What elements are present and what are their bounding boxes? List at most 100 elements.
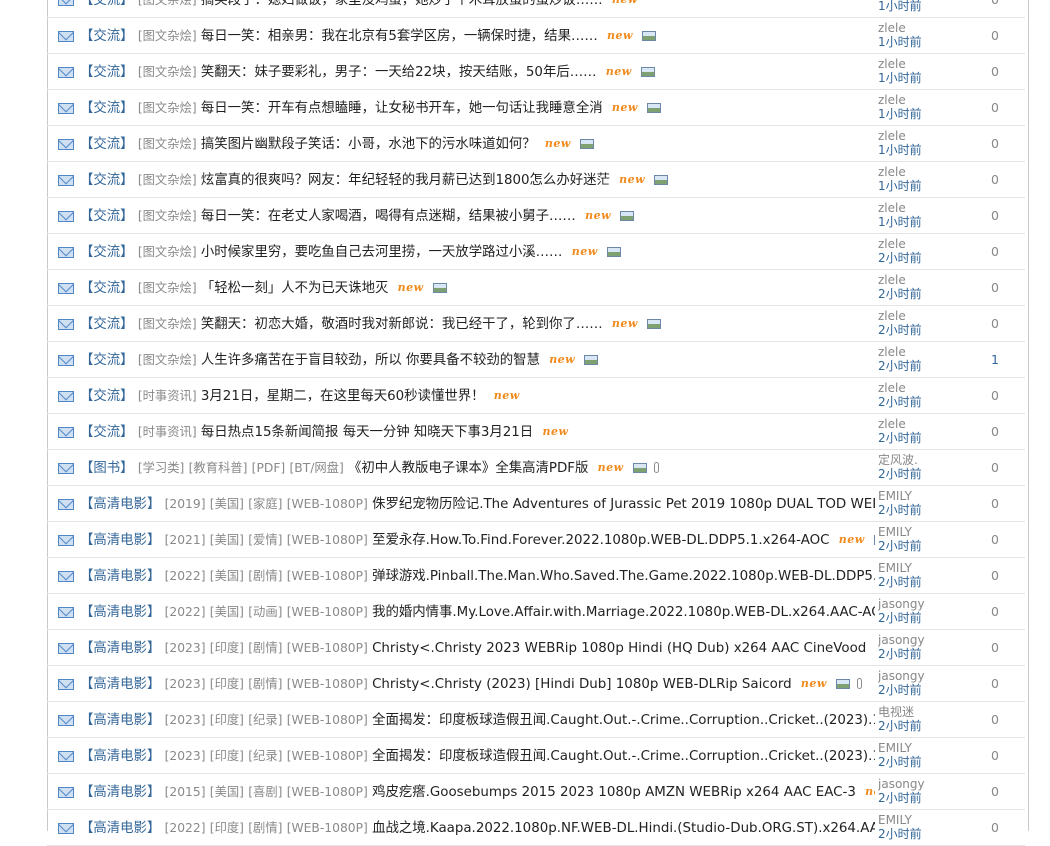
- thread-title-link[interactable]: 人生许多痛苦在于盲目较劲，所以 你要具备不较劲的智慧: [201, 353, 540, 368]
- thread-category-link[interactable]: 【交流】: [80, 317, 134, 332]
- thread-category-link[interactable]: 【高清电影】: [80, 821, 160, 836]
- thread-category-link[interactable]: 【交流】: [80, 353, 134, 368]
- thread-tag-link[interactable]: [图文杂烩]: [138, 245, 197, 259]
- last-post-time-link[interactable]: 2小时前: [878, 251, 938, 265]
- thread-title-link[interactable]: 至爱永存.How.To.Find.Forever.2022.1080p.WEB-…: [372, 533, 829, 548]
- author-name-link[interactable]: zlele: [878, 93, 938, 107]
- thread-category-link[interactable]: 【高清电影】: [80, 641, 160, 656]
- thread-category-link[interactable]: 【交流】: [80, 425, 134, 440]
- thread-title-link[interactable]: 每日一笑：开车有点想瞌睡，让女秘书开车，她一句话让我睡意全消: [201, 101, 603, 116]
- thread-tag-link[interactable]: [2022]: [165, 569, 206, 583]
- thread-tag-link[interactable]: [时事资讯]: [138, 425, 197, 439]
- last-post-time-link[interactable]: 1小时前: [878, 107, 938, 121]
- thread-tag-link[interactable]: [2023]: [165, 641, 206, 655]
- envelope-icon[interactable]: [58, 139, 74, 150]
- envelope-icon[interactable]: [58, 283, 74, 294]
- thread-tag-link[interactable]: [WEB-1080P]: [287, 785, 368, 799]
- last-post-time-link[interactable]: 2小时前: [878, 827, 938, 841]
- envelope-icon[interactable]: [58, 823, 74, 834]
- last-post-time-link[interactable]: 1小时前: [878, 215, 938, 229]
- author-name-link[interactable]: EMILY: [878, 525, 938, 539]
- thread-tag-link[interactable]: [WEB-1080P]: [287, 713, 368, 727]
- thread-category-link[interactable]: 【高清电影】: [80, 785, 160, 800]
- last-post-time-link[interactable]: 2小时前: [878, 611, 938, 625]
- last-post-time-link[interactable]: 1小时前: [878, 35, 938, 49]
- last-post-time-link[interactable]: 2小时前: [878, 431, 938, 445]
- thread-tag-link[interactable]: [印度]: [210, 749, 244, 763]
- thread-tag-link[interactable]: [美国]: [210, 497, 244, 511]
- thread-tag-link[interactable]: [教育科普]: [189, 461, 248, 475]
- envelope-icon[interactable]: [58, 355, 74, 366]
- author-name-link[interactable]: zlele: [878, 201, 938, 215]
- last-post-time-link[interactable]: 2小时前: [878, 503, 938, 517]
- thread-category-link[interactable]: 【高清电影】: [80, 749, 160, 764]
- thread-title-link[interactable]: 血战之境.Kaapa.2022.1080p.NF.WEB-DL.Hindi.(S…: [372, 821, 875, 836]
- envelope-icon[interactable]: [58, 535, 74, 546]
- thread-tag-link[interactable]: [PDF]: [252, 461, 286, 475]
- thread-category-link[interactable]: 【交流】: [80, 281, 134, 296]
- thread-tag-link[interactable]: [印度]: [210, 821, 244, 835]
- last-post-time-link[interactable]: 2小时前: [878, 755, 938, 769]
- thread-category-link[interactable]: 【交流】: [80, 65, 134, 80]
- last-post-time-link[interactable]: 2小时前: [878, 395, 938, 409]
- envelope-icon[interactable]: [58, 463, 74, 474]
- author-name-link[interactable]: zlele: [878, 21, 938, 35]
- thread-category-link[interactable]: 【高清电影】: [80, 605, 160, 620]
- thread-title-link[interactable]: 全面揭发：印度板球造假丑闻.Caught.Out.-.Crime..Corrup…: [372, 713, 875, 728]
- thread-tag-link[interactable]: [2023]: [165, 713, 206, 727]
- thread-tag-link[interactable]: [WEB-1080P]: [287, 677, 368, 691]
- thread-tag-link[interactable]: [WEB-1080P]: [287, 497, 368, 511]
- envelope-icon[interactable]: [58, 679, 74, 690]
- thread-tag-link[interactable]: [纪录]: [248, 749, 282, 763]
- thread-tag-link[interactable]: [WEB-1080P]: [287, 821, 368, 835]
- thread-tag-link[interactable]: [美国]: [210, 785, 244, 799]
- thread-title-link[interactable]: 搞笑图片幽默段子笑话：小哥，水池下的污水味道如何？: [201, 137, 536, 152]
- thread-tag-link[interactable]: [纪录]: [248, 713, 282, 727]
- thread-tag-link[interactable]: [印度]: [210, 677, 244, 691]
- envelope-icon[interactable]: [58, 751, 74, 762]
- thread-tag-link[interactable]: [学习类]: [138, 461, 185, 475]
- author-name-link[interactable]: zlele: [878, 345, 938, 359]
- envelope-icon[interactable]: [58, 103, 74, 114]
- envelope-icon[interactable]: [58, 427, 74, 438]
- thread-tag-link[interactable]: [2022]: [165, 821, 206, 835]
- thread-category-link[interactable]: 【图书】: [80, 461, 134, 476]
- author-name-link[interactable]: jasongy: [878, 777, 938, 791]
- thread-title-link[interactable]: 炫富真的很爽吗？网友：年纪轻轻的我月薪已达到1800怎么办好迷茫: [201, 173, 610, 188]
- last-post-time-link[interactable]: 2小时前: [878, 791, 938, 805]
- thread-title-link[interactable]: 我的婚内情事.My.Love.Affair.with.Marriage.2022…: [372, 605, 875, 620]
- thread-title-link[interactable]: 每日一笑：相亲男：我在北京有5套学区房，一辆保时捷，结果……: [201, 29, 598, 44]
- author-name-link[interactable]: 电视迷: [878, 705, 938, 719]
- author-name-link[interactable]: EMILY: [878, 489, 938, 503]
- thread-tag-link[interactable]: [2021]: [165, 533, 206, 547]
- thread-category-link[interactable]: 【交流】: [80, 245, 134, 260]
- last-post-time-link[interactable]: 2小时前: [878, 539, 938, 553]
- envelope-icon[interactable]: [58, 391, 74, 402]
- envelope-icon[interactable]: [58, 211, 74, 222]
- thread-tag-link[interactable]: [动画]: [248, 605, 282, 619]
- thread-title-link[interactable]: Christy<.Christy (2023) [Hindi Dub] 1080…: [372, 677, 792, 692]
- envelope-icon[interactable]: [58, 643, 74, 654]
- thread-tag-link[interactable]: [图文杂烩]: [138, 209, 197, 223]
- thread-tag-link[interactable]: [喜剧]: [248, 785, 282, 799]
- thread-tag-link[interactable]: [WEB-1080P]: [287, 605, 368, 619]
- thread-tag-link[interactable]: [WEB-1080P]: [287, 533, 368, 547]
- thread-title-link[interactable]: 小时候家里穷，要吃鱼自己去河里捞，一天放学路过小溪……: [201, 245, 563, 260]
- envelope-icon[interactable]: [58, 67, 74, 78]
- thread-tag-link[interactable]: [2023]: [165, 749, 206, 763]
- envelope-icon[interactable]: [58, 571, 74, 582]
- last-post-time-link[interactable]: 1小时前: [878, 179, 938, 193]
- author-name-link[interactable]: 定风波.: [878, 453, 938, 467]
- author-name-link[interactable]: EMILY: [878, 741, 938, 755]
- envelope-icon[interactable]: [58, 499, 74, 510]
- thread-title-link[interactable]: 侏罗纪宠物历险记.The Adventures of Jurassic Pet …: [372, 497, 875, 512]
- thread-category-link[interactable]: 【高清电影】: [80, 713, 160, 728]
- thread-tag-link[interactable]: [图文杂烩]: [138, 173, 197, 187]
- thread-title-link[interactable]: 「轻松一刻」人不为已天诛地灭: [201, 281, 388, 296]
- thread-category-link[interactable]: 【交流】: [80, 0, 134, 8]
- thread-tag-link[interactable]: [剧情]: [248, 677, 282, 691]
- thread-tag-link[interactable]: [WEB-1080P]: [287, 569, 368, 583]
- thread-tag-link[interactable]: [图文杂烩]: [138, 353, 197, 367]
- envelope-icon[interactable]: [58, 0, 74, 6]
- thread-tag-link[interactable]: [图文杂烩]: [138, 317, 197, 331]
